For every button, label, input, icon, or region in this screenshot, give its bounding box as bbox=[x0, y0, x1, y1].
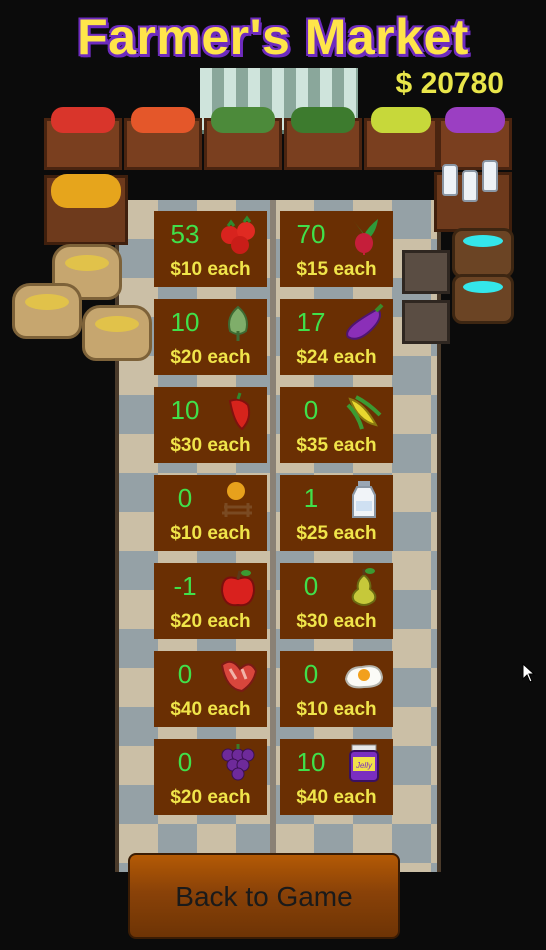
page-title: Farmer's Market bbox=[77, 9, 469, 65]
item-quantity: 70 bbox=[296, 219, 326, 249]
grain-sack bbox=[12, 283, 82, 339]
eggplant-icon bbox=[346, 303, 384, 340]
milk-bottle-decor bbox=[462, 170, 478, 202]
item-tile-meat[interactable]: 0 $40 each bbox=[154, 651, 267, 727]
item-quantity: 0 bbox=[303, 571, 319, 601]
storage-box bbox=[402, 300, 450, 344]
item-price: $20 each bbox=[170, 347, 251, 368]
milk-bottle-icon bbox=[352, 481, 376, 518]
apple-icon bbox=[220, 570, 256, 607]
item-price: $20 each bbox=[170, 611, 251, 632]
pear-icon bbox=[351, 568, 377, 606]
item-price: $10 each bbox=[296, 699, 377, 720]
item-tile-jelly[interactable]: 10 Jelly $40 each bbox=[280, 739, 393, 815]
artichoke-icon bbox=[228, 305, 248, 341]
item-quantity: 10 bbox=[296, 747, 326, 777]
item-quantity: 10 bbox=[170, 307, 200, 337]
item-quantity: 53 bbox=[170, 219, 200, 249]
item-price: $30 each bbox=[170, 435, 251, 456]
item-price: $35 each bbox=[296, 435, 377, 456]
item-price: $24 each bbox=[296, 347, 377, 368]
item-quantity: 0 bbox=[303, 395, 319, 425]
item-tile-milk[interactable]: 1 $25 each bbox=[280, 475, 393, 551]
item-quantity: 17 bbox=[296, 307, 326, 337]
mouse-cursor-icon bbox=[522, 663, 536, 683]
corn-icon bbox=[346, 395, 382, 430]
item-tile-radish[interactable]: 70 $15 each bbox=[280, 211, 393, 287]
produce-crate bbox=[284, 107, 362, 170]
item-tile-corn[interactable]: 0 $35 each bbox=[280, 387, 393, 463]
grapes-icon bbox=[221, 744, 255, 781]
back-to-game-button[interactable]: Back to Game bbox=[128, 853, 400, 939]
radish-icon bbox=[352, 219, 378, 255]
item-quantity: -1 bbox=[173, 571, 197, 601]
produce-crate bbox=[438, 107, 512, 170]
grain-sack bbox=[82, 305, 152, 361]
pepper-icon bbox=[228, 392, 251, 431]
item-quantity: 0 bbox=[177, 747, 193, 777]
fried-egg-icon bbox=[344, 665, 384, 689]
jelly-label: Jelly bbox=[355, 761, 373, 770]
item-price: $20 each bbox=[170, 787, 251, 808]
item-tile-pear[interactable]: 0 $30 each bbox=[280, 563, 393, 639]
item-quantity: 1 bbox=[303, 483, 319, 513]
item-price: $10 each bbox=[170, 523, 251, 544]
item-price: $25 each bbox=[296, 523, 377, 544]
tomato-icon bbox=[221, 215, 255, 254]
item-tile-artichoke[interactable]: 10 $20 each bbox=[154, 299, 267, 375]
water-barrel bbox=[452, 228, 514, 278]
item-tile-tomato[interactable]: 53 $10 each bbox=[154, 211, 267, 287]
item-tile-grapes[interactable]: 0 $20 each bbox=[154, 739, 267, 815]
produce-crate bbox=[124, 107, 202, 170]
milk-bottle-decor bbox=[482, 160, 498, 192]
jelly-jar-icon: Jelly bbox=[349, 744, 379, 782]
item-quantity: 0 bbox=[303, 659, 319, 689]
floor-divider bbox=[270, 200, 276, 872]
item-quantity: 0 bbox=[177, 659, 193, 689]
item-tile-wheat[interactable]: 0 $10 each bbox=[154, 475, 267, 551]
storage-box bbox=[402, 250, 450, 294]
item-quantity: 10 bbox=[170, 395, 200, 425]
water-barrel bbox=[452, 274, 514, 324]
item-tile-apple[interactable]: -1 $20 each bbox=[154, 563, 267, 639]
item-price: $10 each bbox=[170, 259, 251, 280]
item-quantity: 0 bbox=[177, 483, 193, 513]
produce-crate bbox=[204, 107, 282, 170]
item-tile-pepper[interactable]: 10 $30 each bbox=[154, 387, 267, 463]
item-tile-eggplant[interactable]: 17 $24 each bbox=[280, 299, 393, 375]
item-price: $40 each bbox=[170, 699, 251, 720]
wheat-icon bbox=[222, 482, 252, 517]
item-tile-egg[interactable]: 0 $10 each bbox=[280, 651, 393, 727]
hay-shelf bbox=[44, 174, 128, 245]
money-balance: $ 20780 bbox=[395, 67, 504, 100]
produce-crate bbox=[44, 107, 122, 170]
item-price: $30 each bbox=[296, 611, 377, 632]
item-price: $40 each bbox=[296, 787, 377, 808]
item-price: $15 each bbox=[296, 259, 377, 280]
produce-crate bbox=[364, 107, 438, 170]
milk-bottle-decor bbox=[442, 164, 458, 196]
meat-icon bbox=[220, 660, 258, 693]
